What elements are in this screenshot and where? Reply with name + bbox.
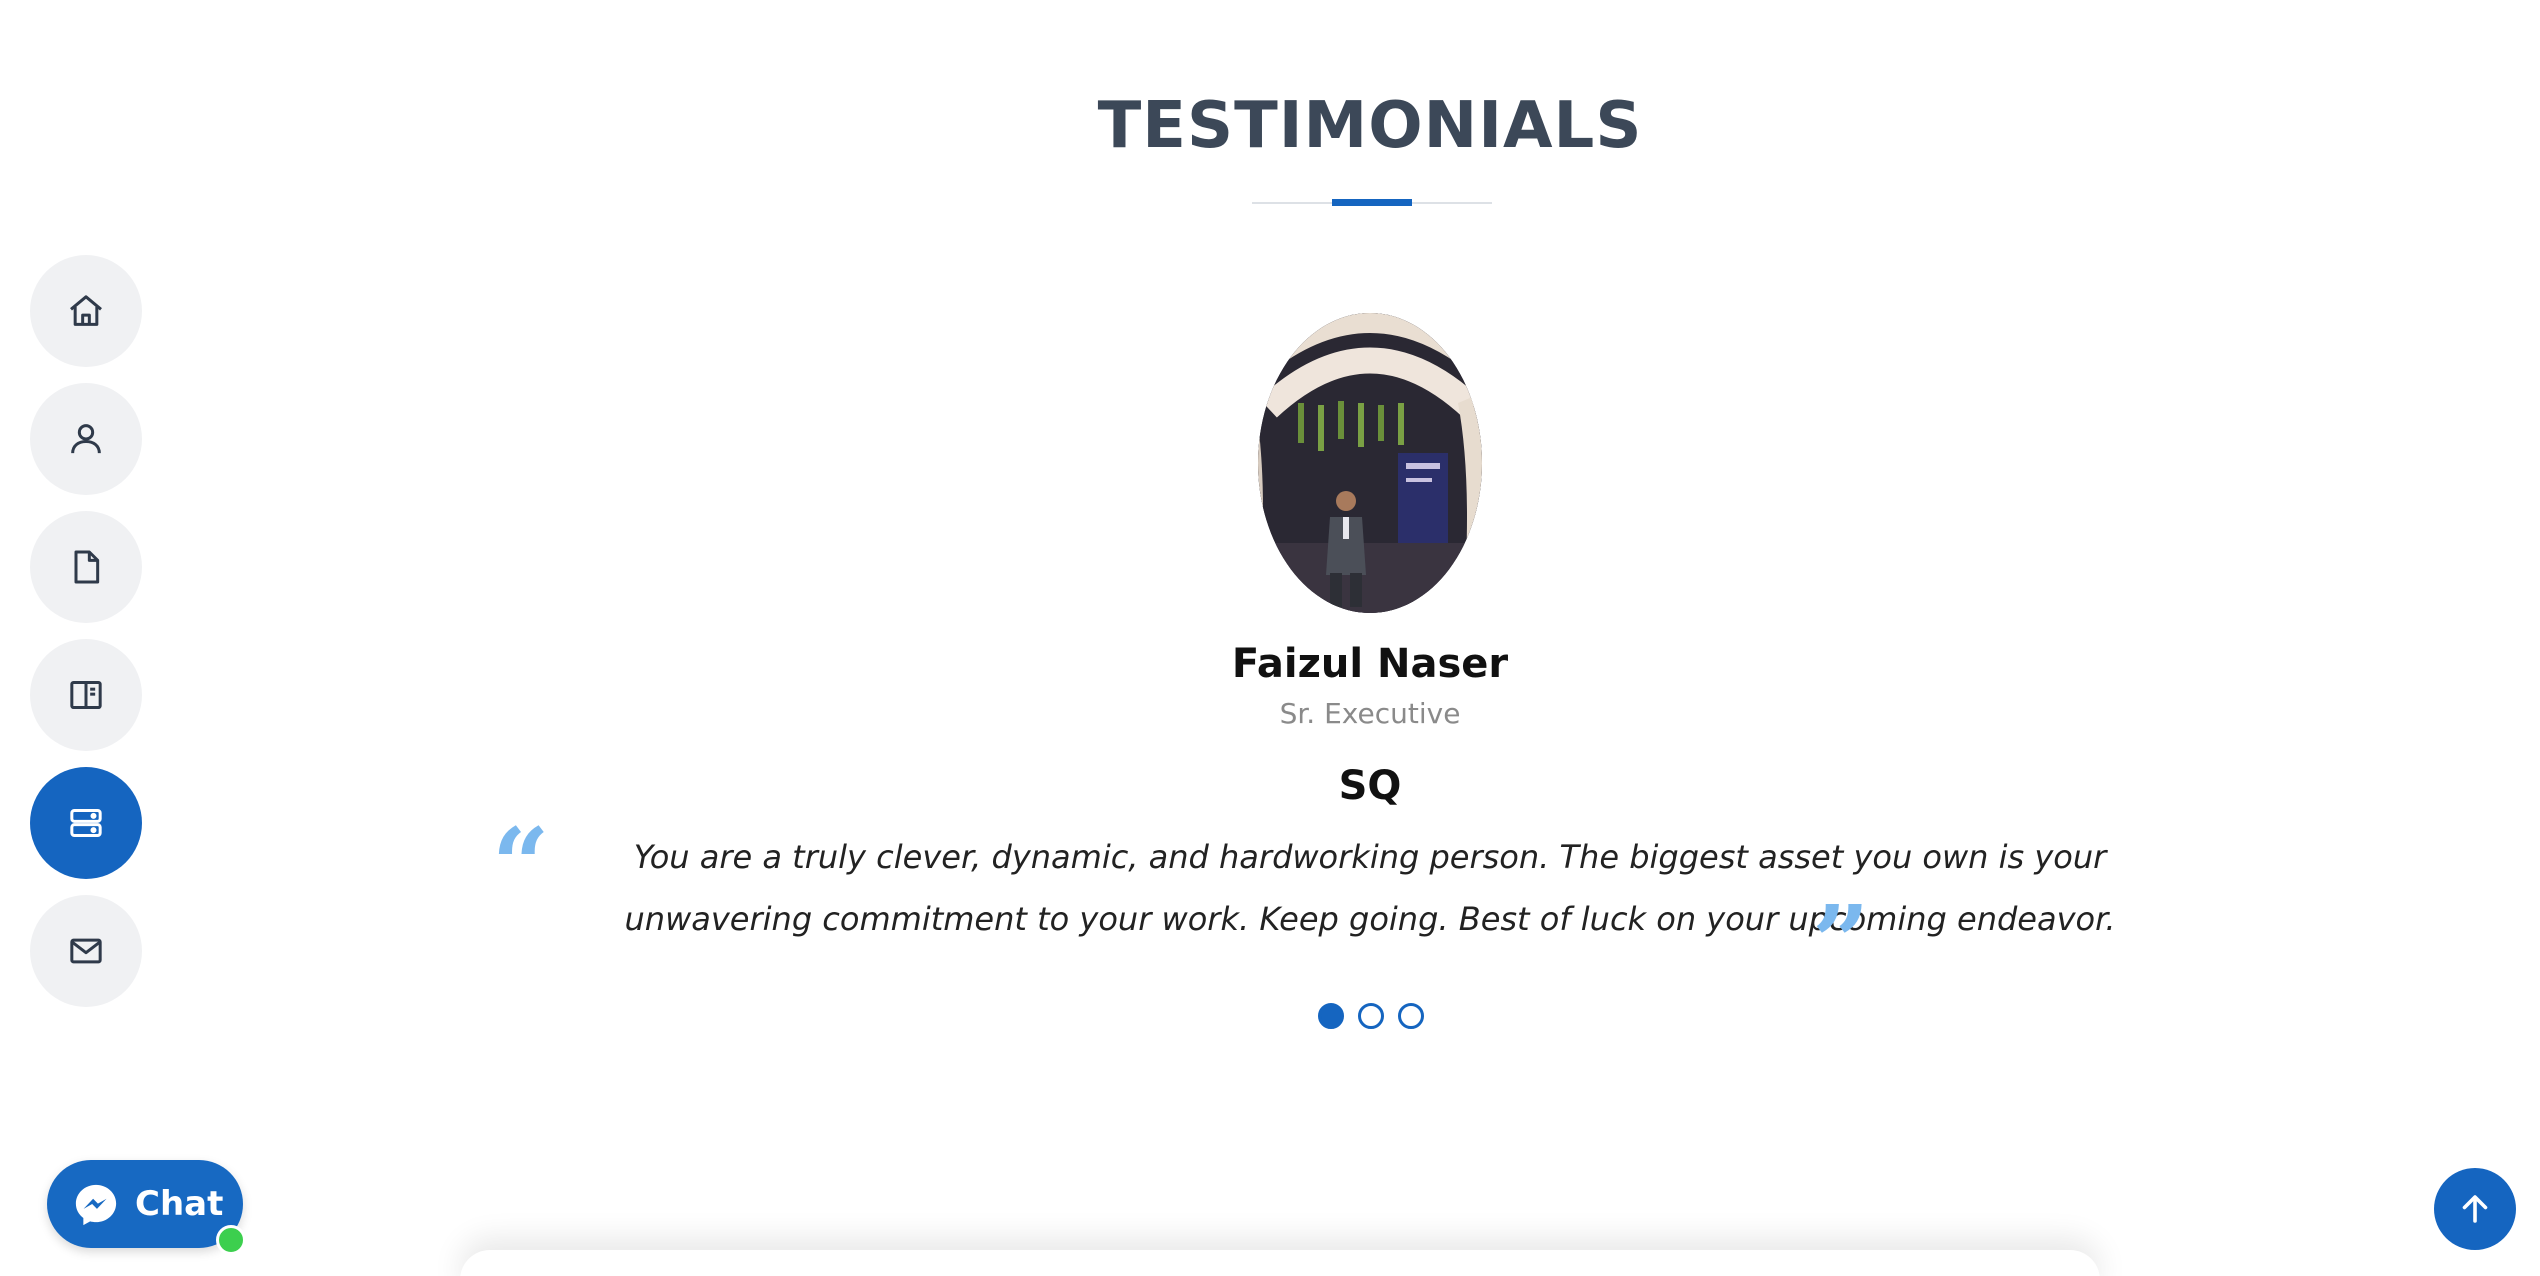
testimonial-company: SQ	[1338, 763, 1402, 809]
quote-close-icon: ”	[1812, 883, 1870, 1001]
testimonial-avatar	[1258, 313, 1482, 613]
chat-button[interactable]: Chat	[47, 1160, 243, 1248]
messenger-icon	[75, 1184, 117, 1226]
nav-home-button[interactable]	[30, 255, 142, 367]
arrow-up-icon	[2462, 1195, 2488, 1223]
nav-resume-button[interactable]	[30, 511, 142, 623]
nav-about-button[interactable]	[30, 383, 142, 495]
testimonial-name: Faizul Naser	[1231, 641, 1509, 687]
page: TESTIMONIALS Faizul Naser Sr. Executive …	[0, 0, 2540, 1276]
carousel-dot-2[interactable]	[1358, 1003, 1384, 1029]
mail-icon	[70, 938, 102, 964]
section-title: TESTIMONIALS	[1097, 89, 1643, 163]
testimonial-quote: You are a truly clever, dynamic, and har…	[624, 838, 2116, 938]
title-divider-accent	[1332, 199, 1412, 206]
testimonial-role: Sr. Executive	[1279, 697, 1461, 730]
nav-contact-button[interactable]	[30, 895, 142, 1007]
next-section-edge	[460, 1250, 2100, 1276]
user-icon	[71, 424, 101, 454]
file-icon	[74, 550, 100, 584]
home-icon	[70, 295, 102, 326]
carousel-dot-1[interactable]	[1318, 1003, 1344, 1029]
online-status-badge	[216, 1225, 246, 1255]
chat-label: Chat	[135, 1184, 224, 1224]
person-photo	[1258, 313, 1482, 613]
back-to-top-button[interactable]	[2434, 1168, 2516, 1250]
carousel-dot-3[interactable]	[1398, 1003, 1424, 1029]
